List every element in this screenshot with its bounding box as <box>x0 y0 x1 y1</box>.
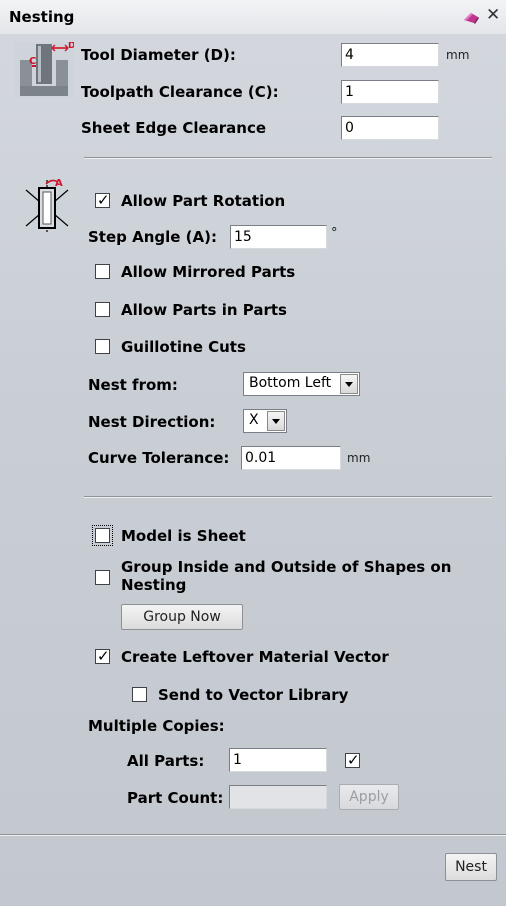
separator <box>84 157 492 159</box>
all-parts-input[interactable]: 1 <box>229 748 327 772</box>
model-is-sheet-checkbox[interactable] <box>92 525 113 546</box>
rotation-angle-icon: A <box>25 178 69 232</box>
leftover-material-checkbox[interactable]: ✓ <box>95 647 110 665</box>
panel-title: Nesting <box>9 8 75 26</box>
curve-tolerance-unit: mm <box>347 451 371 465</box>
icon-label-a: A <box>55 178 63 189</box>
part-count-input[interactable] <box>229 785 327 809</box>
step-angle-label: Step Angle (A): <box>88 228 217 246</box>
parts-in-parts-checkbox[interactable] <box>95 302 110 317</box>
allow-rotation-checkbox[interactable]: ✓ <box>95 191 110 209</box>
close-icon[interactable]: ✕ <box>486 7 500 24</box>
multiple-copies-label: Multiple Copies: <box>88 717 225 735</box>
checkmark-icon: ✓ <box>97 191 110 209</box>
nesting-panel: Nesting ✕ C D Tool Diameter (D): 4 mm To… <box>0 0 506 906</box>
guillotine-cuts-checkbox[interactable] <box>95 339 110 354</box>
mirrored-parts-checkbox[interactable] <box>95 264 110 279</box>
tool-diameter-input[interactable]: 4 <box>341 43 439 67</box>
nest-direction-value: X <box>249 412 259 428</box>
nest-from-select[interactable]: Bottom Left <box>243 372 360 396</box>
step-angle-unit: ° <box>331 226 338 241</box>
mirrored-parts-label: Allow Mirrored Parts <box>121 263 296 281</box>
pin-icon[interactable] <box>462 11 480 25</box>
group-now-button[interactable]: Group Now <box>121 604 243 630</box>
icon-label-d: D <box>68 42 74 51</box>
icon-label-c: C <box>29 56 36 67</box>
group-shapes-label-line1: Group Inside and Outside of Shapes on <box>121 558 452 576</box>
sheet-edge-clearance-label: Sheet Edge Clearance <box>81 119 267 137</box>
all-parts-checkbox[interactable]: ✓ <box>345 751 360 769</box>
separator <box>0 834 506 836</box>
guillotine-cuts-label: Guillotine Cuts <box>121 338 246 356</box>
checkmark-icon: ✓ <box>97 647 110 665</box>
chevron-down-icon[interactable] <box>340 374 358 394</box>
group-shapes-label-line2: Nesting <box>121 576 187 594</box>
part-count-label: Part Count: <box>127 789 224 807</box>
separator <box>84 496 492 498</box>
all-parts-label: All Parts: <box>127 752 205 770</box>
leftover-material-label: Create Leftover Material Vector <box>121 648 389 666</box>
sheet-edge-clearance-input[interactable]: 0 <box>341 116 439 140</box>
curve-tolerance-input[interactable]: 0.01 <box>241 446 341 470</box>
nest-direction-select[interactable]: X <box>243 409 287 433</box>
tool-diameter-icon: C D <box>14 42 74 98</box>
toolpath-clearance-label: Toolpath Clearance (C): <box>81 83 279 101</box>
nest-button[interactable]: Nest <box>445 853 497 881</box>
step-angle-input[interactable]: 15 <box>230 225 327 249</box>
allow-rotation-label: Allow Part Rotation <box>121 192 286 210</box>
nest-from-value: Bottom Left <box>249 375 332 391</box>
parts-in-parts-label: Allow Parts in Parts <box>121 301 287 319</box>
nest-from-label: Nest from: <box>88 376 178 394</box>
send-to-library-checkbox[interactable] <box>132 687 147 702</box>
tool-diameter-label: Tool Diameter (D): <box>81 46 236 64</box>
curve-tolerance-label: Curve Tolerance: <box>88 449 230 467</box>
group-shapes-label: Group Inside and Outside of Shapes on Ne… <box>121 558 451 594</box>
apply-button[interactable]: Apply <box>339 784 399 810</box>
nest-direction-label: Nest Direction: <box>88 413 216 431</box>
checkmark-icon: ✓ <box>347 751 360 769</box>
model-is-sheet-label: Model is Sheet <box>121 527 246 545</box>
tool-diameter-unit: mm <box>446 48 470 62</box>
panel-titlebar: Nesting ✕ <box>0 0 506 34</box>
chevron-down-icon[interactable] <box>267 411 285 431</box>
toolpath-clearance-input[interactable]: 1 <box>341 80 439 104</box>
send-to-library-label: Send to Vector Library <box>158 686 349 704</box>
group-shapes-checkbox[interactable] <box>95 570 110 585</box>
